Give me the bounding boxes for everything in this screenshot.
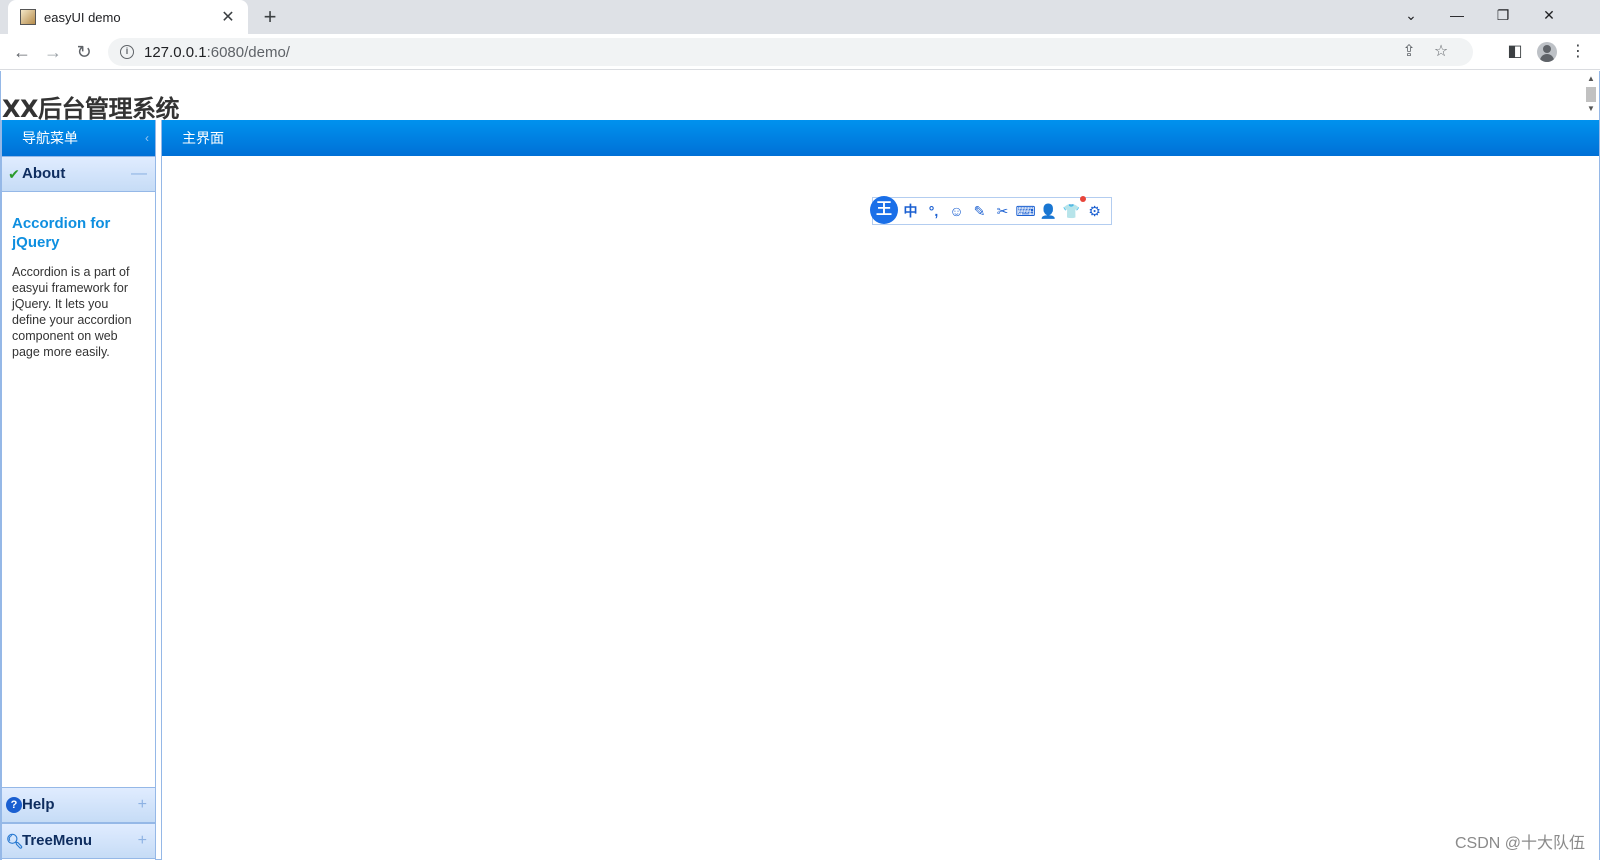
accordion-about-label: About [22,165,66,182]
main-panel-header: 主界面 [162,120,1599,156]
back-icon[interactable]: ← [10,40,34,64]
new-tab-button[interactable]: + [258,4,282,30]
about-heading: Accordion for jQuery [12,215,111,251]
ime-skin-icon[interactable]: 👕 [1060,203,1083,220]
ime-settings-icon[interactable]: ⚙ [1083,203,1106,220]
tab-close-icon[interactable]: ✕ [218,7,238,27]
side-panel-icon[interactable]: ◧ [1503,40,1527,64]
bookmark-star-icon[interactable]: ☆ [1430,42,1452,62]
ime-punctuation-icon[interactable]: °, [922,203,945,219]
watermark-text: CSDN @十大队伍 [1454,835,1585,852]
share-icon[interactable]: ⇪ [1398,42,1420,62]
url-text: 127.0.0.1:6080/demo/ [144,44,290,61]
restore-button[interactable]: ❐ [1480,0,1526,30]
expand-plus-icon[interactable]: + [138,788,147,822]
collapse-minus-icon[interactable]: — [131,157,147,191]
accordion-header-about[interactable]: ✔ About — [2,156,155,192]
reload-icon[interactable]: ↻ [72,40,96,64]
ime-handwriting-icon[interactable]: ✎ [968,203,991,220]
check-icon: ✔ [8,166,20,182]
accordion-header-treemenu[interactable]: 🔍︎ TreeMenu + [2,823,155,859]
nav-menu-title: 导航菜单 [22,130,78,146]
nav-menu-header: 导航菜单 ‹ [2,120,155,156]
accordion-body-about: Accordion for jQuery Accordion is a part… [2,192,155,772]
ime-logo-icon[interactable]: 王 [870,196,898,224]
url-host: 127.0.0.1 [144,43,207,61]
expand-plus-icon[interactable]: + [138,824,147,858]
forward-icon[interactable]: → [41,40,65,64]
url-path: :6080/demo/ [206,43,290,61]
ime-toolbar: 王 中 °, ☺ ✎ ✂ ⌨ 👤 👕 ⚙ [870,196,1112,225]
collapse-left-icon[interactable]: ‹ [145,120,149,156]
scroll-up-arrow-icon[interactable]: ▲ [1585,73,1597,85]
ime-emoji-icon[interactable]: ☺ [945,203,968,219]
favicon-icon [20,9,36,25]
scrollbar-thumb[interactable] [1586,87,1596,102]
accordion-help-label: Help [22,796,55,813]
search-icon: 🔍︎ [6,833,24,849]
accordion-header-help[interactable]: ? Help + [2,787,155,823]
window-close-button[interactable]: ✕ [1526,0,1572,30]
center-main-panel: 主界面 [161,120,1599,860]
address-bar[interactable]: i 127.0.0.1:6080/demo/ ⇪ ☆ [108,38,1473,66]
menu-kebab-icon[interactable]: ⋮ [1566,40,1590,64]
browser-tab[interactable]: easyUI demo ✕ [8,0,248,34]
profile-avatar-icon[interactable] [1537,42,1557,62]
help-icon: ? [6,797,22,813]
tab-strip: easyUI demo ✕ + ⌄ — ❐ ✕ [0,0,1600,34]
scroll-down-arrow-icon[interactable]: ▼ [1585,103,1597,115]
browser-toolbar: ← → ↻ i 127.0.0.1:6080/demo/ ⇪ ☆ ◧ ⋮ [0,34,1600,70]
site-info-icon[interactable]: i [120,45,134,59]
page-title: XX后台管理系统 [2,95,180,123]
ime-keyboard-icon[interactable]: ⌨ [1014,203,1037,220]
accordion-treemenu-label: TreeMenu [22,832,93,849]
page-viewport: XX后台管理系统 ▲ ▼ 导航菜单 ‹ ✔ About — Accordion … [0,71,1600,860]
ime-user-icon[interactable]: 👤 [1037,203,1060,220]
ime-chinese-mode-icon[interactable]: 中 [899,201,922,221]
ime-screenshot-icon[interactable]: ✂ [991,203,1014,220]
minimize-button[interactable]: — [1434,0,1480,30]
tab-title: easyUI demo [44,9,121,25]
about-text: Accordion is a part of easyui framework … [12,265,132,359]
ime-notification-dot [1080,196,1086,202]
tab-search-icon[interactable]: ⌄ [1388,0,1434,30]
west-nav-panel: 导航菜单 ‹ ✔ About — Accordion for jQuery Ac… [1,120,156,860]
